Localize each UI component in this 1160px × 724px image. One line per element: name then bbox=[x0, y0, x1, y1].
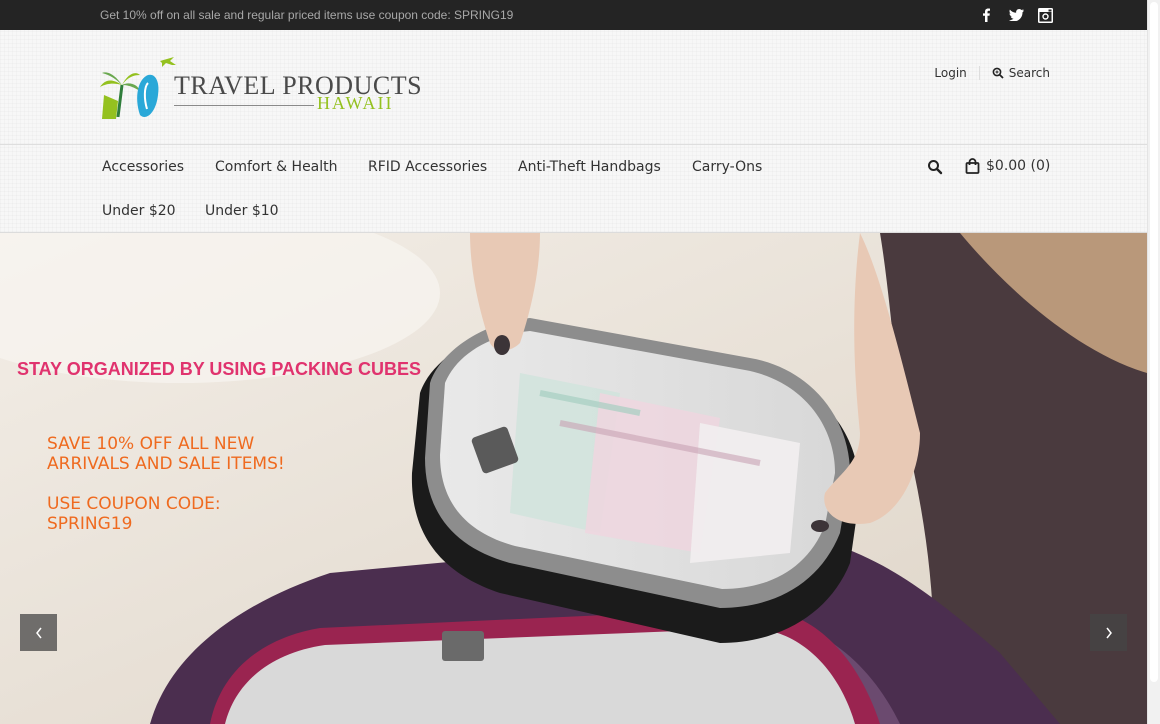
page-scrollbar[interactable] bbox=[1147, 0, 1160, 724]
nav-item-under-10[interactable]: Under $10 bbox=[205, 203, 279, 219]
page: Get 10% off on all sale and regular pric… bbox=[0, 0, 1147, 724]
magnifier-icon bbox=[928, 160, 943, 175]
nav-item-anti-theft-handbags[interactable]: Anti-Theft Handbags bbox=[518, 159, 661, 175]
cart-total: $0.00 (0) bbox=[986, 158, 1051, 174]
slider-prev-button[interactable] bbox=[20, 614, 57, 651]
chevron-right-icon bbox=[1105, 627, 1112, 638]
hero-coupon-code: SPRING19 bbox=[47, 514, 133, 534]
logo-mark-icon bbox=[100, 57, 176, 119]
nav-search-button[interactable] bbox=[927, 159, 943, 175]
nav-divider bbox=[0, 144, 1147, 145]
nav-item-under-20[interactable]: Under $20 bbox=[102, 203, 176, 219]
search-link-label: Search bbox=[1008, 66, 1050, 80]
scrollbar-thumb[interactable] bbox=[1150, 2, 1158, 682]
hero-headline: STAY ORGANIZED BY USING PACKING CUBES bbox=[17, 359, 422, 379]
nav-item-comfort-health[interactable]: Comfort & Health bbox=[215, 159, 338, 175]
nav-item-rfid-accessories[interactable]: RFID Accessories bbox=[368, 159, 487, 175]
hero-offer-line-1: SAVE 10% OFF ALL NEW bbox=[47, 434, 255, 454]
hero-image bbox=[0, 233, 1147, 724]
hero-coupon-label: USE COUPON CODE: bbox=[47, 494, 221, 514]
search-icon bbox=[992, 67, 1004, 79]
chevron-left-icon bbox=[35, 627, 42, 638]
facebook-icon[interactable] bbox=[977, 6, 995, 24]
slider-next-button[interactable] bbox=[1090, 614, 1127, 651]
hero-offer-line-2: ARRIVALS AND SALE ITEMS! bbox=[47, 454, 285, 474]
instagram-icon[interactable] bbox=[1036, 6, 1054, 24]
login-link[interactable]: Login bbox=[934, 66, 980, 80]
shopping-bag-icon bbox=[965, 158, 980, 174]
site-header: TRAVEL PRODUCTS HAWAII Login Search Acce… bbox=[0, 30, 1147, 233]
logo-subtitle: HAWAII bbox=[317, 93, 394, 113]
top-bar: Get 10% off on all sale and regular pric… bbox=[0, 0, 1147, 30]
hero-slider: STAY ORGANIZED BY USING PACKING CUBES SA… bbox=[0, 233, 1147, 724]
site-logo[interactable]: TRAVEL PRODUCTS HAWAII bbox=[100, 55, 422, 121]
nav-item-accessories[interactable]: Accessories bbox=[102, 159, 184, 175]
search-link[interactable]: Search bbox=[980, 66, 1050, 80]
logo-divider bbox=[174, 105, 314, 106]
header-links: Login Search bbox=[934, 66, 1050, 80]
cart-link[interactable]: $0.00 (0) bbox=[965, 158, 1050, 174]
twitter-icon[interactable] bbox=[1007, 6, 1025, 24]
promo-text: Get 10% off on all sale and regular pric… bbox=[100, 8, 514, 22]
nav-item-carry-ons[interactable]: Carry-Ons bbox=[692, 159, 762, 175]
